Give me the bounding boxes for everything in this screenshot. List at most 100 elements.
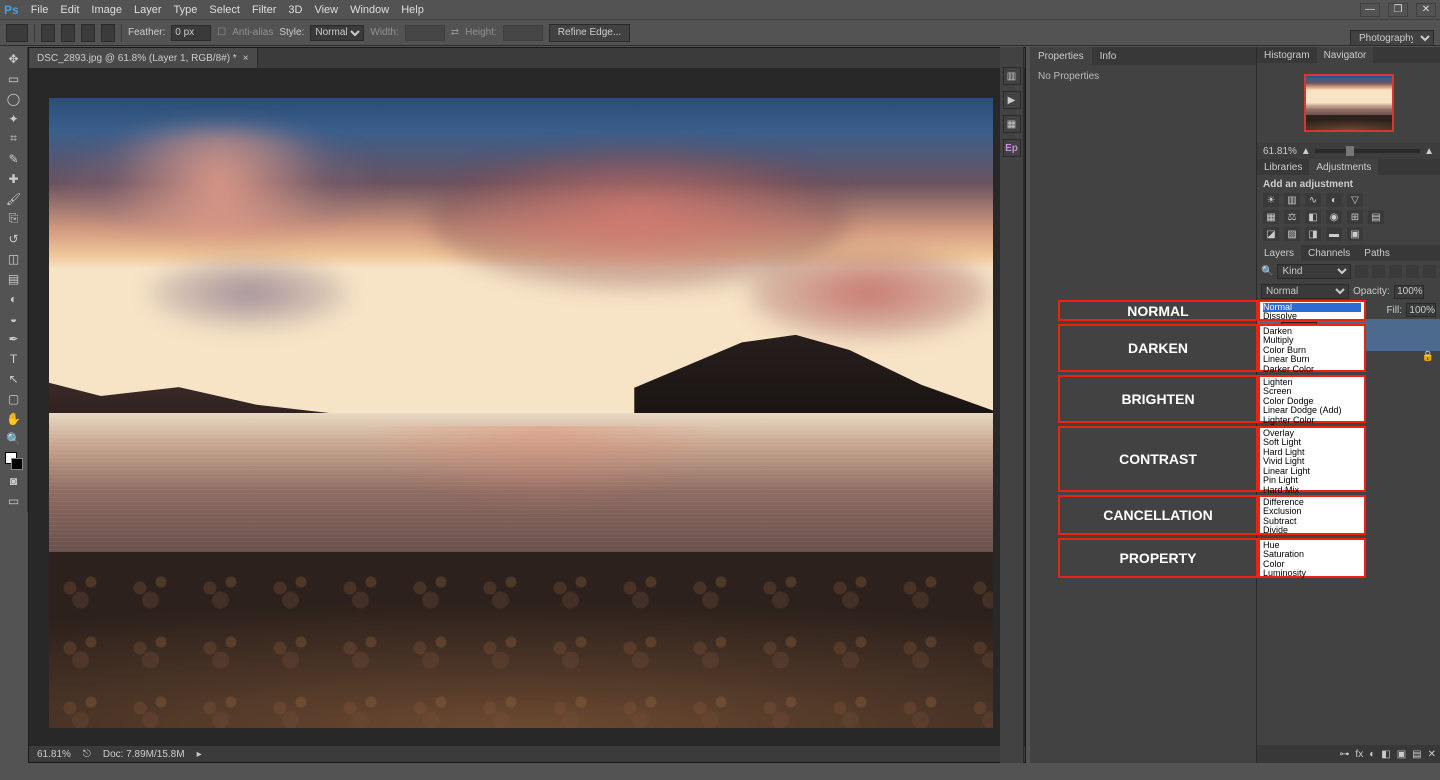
filter-type-icon[interactable] <box>1389 265 1402 278</box>
quick-select-tool[interactable]: ✦ <box>2 109 26 128</box>
tab-adjustments[interactable]: Adjustments <box>1309 159 1378 175</box>
quick-mask-icon[interactable]: ◙ <box>2 471 26 490</box>
zoom-in-icon[interactable]: ▲ <box>1424 146 1434 157</box>
fill-input[interactable] <box>1406 303 1436 317</box>
filter-smart-icon[interactable] <box>1423 265 1436 278</box>
color-swatch[interactable] <box>5 452 23 470</box>
clone-stamp-tool[interactable]: ⎘ <box>2 209 26 228</box>
type-tool[interactable]: T <box>2 349 26 368</box>
opacity-input[interactable] <box>1394 285 1424 299</box>
close-tab-icon[interactable]: × <box>243 53 249 64</box>
blend-mode-option[interactable]: Darker Color <box>1263 365 1361 374</box>
photo-filter-icon[interactable]: ◉ <box>1326 210 1342 224</box>
status-export-icon[interactable]: ⎋ <box>83 749 91 760</box>
menu-edit[interactable]: Edit <box>60 4 79 16</box>
tab-properties[interactable]: Properties <box>1030 47 1092 65</box>
menu-layer[interactable]: Layer <box>134 4 162 16</box>
selection-intersect-icon[interactable] <box>101 24 115 42</box>
hue-icon[interactable]: ▦ <box>1263 210 1279 224</box>
menu-view[interactable]: View <box>314 4 338 16</box>
gradient-tool[interactable]: ▤ <box>2 269 26 288</box>
eraser-tool[interactable]: ◫ <box>2 249 26 268</box>
ep-panel-icon[interactable]: Ep <box>1003 139 1021 157</box>
hand-tool[interactable]: ✋ <box>2 409 26 428</box>
minimize-button[interactable]: — <box>1360 3 1380 17</box>
menu-3d[interactable]: 3D <box>288 4 302 16</box>
history-brush-tool[interactable]: ↺ <box>2 229 26 248</box>
move-tool[interactable]: ✥ <box>2 49 26 68</box>
selection-subtract-icon[interactable] <box>81 24 95 42</box>
actions-panel-icon[interactable]: ▶ <box>1003 91 1021 109</box>
blend-mode-option[interactable]: Divide <box>1263 526 1361 535</box>
levels-icon[interactable]: ▥ <box>1284 193 1300 207</box>
blend-mode-option[interactable]: Luminosity <box>1263 569 1361 578</box>
maximize-button[interactable]: ❐ <box>1388 3 1408 17</box>
navigator-body[interactable] <box>1257 63 1440 143</box>
history-panel-icon[interactable]: ▥ <box>1003 67 1021 85</box>
vibrance-icon[interactable]: ▽ <box>1347 193 1363 207</box>
menu-select[interactable]: Select <box>209 4 240 16</box>
refine-edge-button[interactable]: Refine Edge... <box>549 24 630 42</box>
blend-mode-option[interactable]: Lighter Color <box>1263 416 1361 425</box>
blur-tool[interactable]: ◐ <box>2 289 26 308</box>
close-button[interactable]: ✕ <box>1416 3 1436 17</box>
menu-image[interactable]: Image <box>91 4 122 16</box>
canvas[interactable] <box>49 98 993 728</box>
group-icon[interactable]: ▣ <box>1397 749 1406 760</box>
pen-tool[interactable]: ✒ <box>2 329 26 348</box>
filter-shape-icon[interactable] <box>1406 265 1419 278</box>
brightness-icon[interactable]: ☀ <box>1263 193 1279 207</box>
bw-icon[interactable]: ◧ <box>1305 210 1321 224</box>
tab-paths[interactable]: Paths <box>1357 245 1397 261</box>
blend-mode-select[interactable]: Normal <box>1261 284 1349 299</box>
feather-input[interactable] <box>171 25 211 41</box>
tab-navigator[interactable]: Navigator <box>1317 47 1374 63</box>
balance-icon[interactable]: ⚖ <box>1284 210 1300 224</box>
navigator-thumbnail[interactable] <box>1304 74 1394 132</box>
lut-icon[interactable]: ▤ <box>1368 210 1384 224</box>
path-select-tool[interactable]: ↖ <box>2 369 26 388</box>
marquee-tool[interactable]: ▭ <box>2 69 26 88</box>
tab-info[interactable]: Info <box>1092 47 1125 65</box>
dodge-tool[interactable]: ◒ <box>2 309 26 328</box>
selective-color-icon[interactable]: ▣ <box>1347 227 1363 241</box>
menu-type[interactable]: Type <box>174 4 198 16</box>
zoom-slider[interactable] <box>1315 149 1420 153</box>
status-zoom[interactable]: 61.81% <box>37 749 71 760</box>
menu-filter[interactable]: Filter <box>252 4 276 16</box>
brush-tool[interactable]: 🖌 <box>2 189 26 208</box>
tab-channels[interactable]: Channels <box>1301 245 1357 261</box>
lasso-tool[interactable]: ◯ <box>2 89 26 108</box>
gradient-map-icon[interactable]: ▬ <box>1326 227 1342 241</box>
style-select[interactable]: Normal <box>310 25 364 41</box>
mask-icon[interactable]: ◐ <box>1369 749 1375 760</box>
tab-layers[interactable]: Layers <box>1257 245 1301 261</box>
curves-icon[interactable]: ∿ <box>1305 193 1321 207</box>
layer-kind-select[interactable]: Kind <box>1277 264 1351 279</box>
tab-libraries[interactable]: Libraries <box>1257 159 1309 175</box>
menu-file[interactable]: File <box>31 4 49 16</box>
exposure-icon[interactable]: ◐ <box>1326 193 1342 207</box>
blend-mode-option[interactable]: Dissolve <box>1263 312 1361 321</box>
threshold-icon[interactable]: ◨ <box>1305 227 1321 241</box>
selection-add-icon[interactable] <box>61 24 75 42</box>
crop-tool[interactable]: ⌗ <box>2 129 26 148</box>
filter-adj-icon[interactable] <box>1372 265 1385 278</box>
screen-mode-icon[interactable]: ▭ <box>2 491 26 510</box>
lock-icon[interactable]: 🔒 <box>1422 351 1434 365</box>
selection-new-icon[interactable] <box>41 24 55 42</box>
status-arrow-icon[interactable]: ▸ <box>197 749 202 760</box>
invert-icon[interactable]: ◪ <box>1263 227 1279 241</box>
posterize-icon[interactable]: ▨ <box>1284 227 1300 241</box>
delete-layer-icon[interactable]: ✕ <box>1428 749 1436 760</box>
channel-mixer-icon[interactable]: ⊞ <box>1347 210 1363 224</box>
panel-icon[interactable]: ▦ <box>1003 115 1021 133</box>
new-layer-icon[interactable]: ▤ <box>1412 749 1421 760</box>
tab-histogram[interactable]: Histogram <box>1257 47 1317 63</box>
link-layers-icon[interactable]: ⊶ <box>1339 749 1349 760</box>
fill-adj-icon[interactable]: ◧ <box>1381 749 1390 760</box>
document-tab[interactable]: DSC_2893.jpg @ 61.8% (Layer 1, RGB/8#) *… <box>29 48 258 68</box>
eyedropper-tool[interactable]: ✎ <box>2 149 26 168</box>
workspace-select[interactable]: Photography <box>1350 30 1434 46</box>
fx-icon[interactable]: fx <box>1355 749 1363 760</box>
